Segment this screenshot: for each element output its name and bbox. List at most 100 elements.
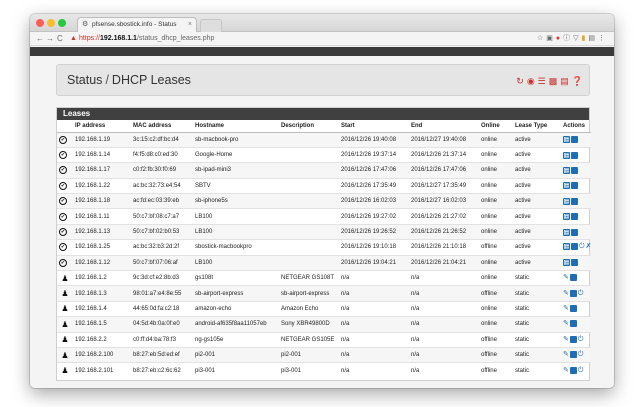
- wake-on-lan-icon[interactable]: ⏻: [579, 243, 585, 251]
- add-static-mapping-icon[interactable]: ⊞: [563, 197, 570, 206]
- lease-actions-cell: ✎ + ⏻: [561, 285, 591, 302]
- add-static-mapping-icon[interactable]: ⊞: [563, 243, 570, 251]
- add-wol-icon[interactable]: +: [571, 259, 578, 267]
- url-host: 192.168.1.1: [99, 35, 137, 42]
- menu-icon[interactable]: ⋮: [598, 35, 608, 42]
- user-icon: ♟: [61, 273, 69, 283]
- cell-type: static: [513, 270, 561, 286]
- browser-tab[interactable]: ⚙ pfsense.sbostick.info - Status ×: [77, 17, 197, 32]
- wake-on-lan-icon[interactable]: ⏻: [578, 290, 584, 298]
- add-wol-icon[interactable]: +: [571, 166, 578, 174]
- cell-mac: ac:bc:32:b3:2d:2f: [131, 239, 193, 256]
- back-button[interactable]: ←: [36, 33, 44, 45]
- edit-mapping-icon[interactable]: ✎: [563, 305, 569, 313]
- cell-start: n/a: [339, 285, 409, 302]
- reload-icon[interactable]: ↻: [516, 76, 524, 86]
- add-wol-icon[interactable]: +: [571, 182, 578, 190]
- edit-mapping-icon[interactable]: ✎: [563, 320, 569, 328]
- tab-close-icon[interactable]: ×: [188, 18, 192, 32]
- user-icon: ♟: [61, 366, 69, 376]
- minimize-window-button[interactable]: [47, 19, 55, 27]
- add-wol-icon[interactable]: +: [569, 320, 577, 328]
- add-wol-icon[interactable]: +: [571, 243, 578, 251]
- col-header-start[interactable]: Start: [339, 120, 409, 133]
- table-icon[interactable]: ▤: [560, 76, 569, 86]
- lease-actions-cell: ⊞ + ⏻✗: [561, 239, 591, 256]
- col-header-mac[interactable]: MAC address: [131, 120, 193, 133]
- delete-lease-icon[interactable]: ✗: [586, 243, 591, 251]
- url-scheme: https: [78, 35, 95, 42]
- add-wol-icon[interactable]: +: [569, 274, 577, 282]
- close-window-button[interactable]: [36, 19, 44, 27]
- forward-button[interactable]: →: [46, 33, 54, 45]
- cell-mac: 50:c7:bf:08:c7:a7: [131, 208, 193, 225]
- wake-on-lan-icon[interactable]: ⏻: [578, 336, 584, 344]
- col-header-end[interactable]: End: [409, 120, 479, 133]
- add-wol-icon[interactable]: +: [571, 197, 578, 205]
- layers-icon[interactable]: ▤: [588, 35, 598, 42]
- page-title: DHCP Leases: [111, 73, 191, 87]
- cell-end: n/a: [409, 300, 479, 317]
- cell-end: 2016/12/26 21:37:14: [409, 146, 479, 163]
- add-static-mapping-icon[interactable]: ⊞: [563, 182, 570, 190]
- stop-icon[interactable]: ◉: [527, 76, 535, 86]
- help-icon[interactable]: ❓: [572, 76, 583, 86]
- add-wol-icon[interactable]: +: [569, 335, 577, 343]
- add-wol-icon[interactable]: +: [569, 366, 577, 374]
- lease-state-cell: ✔: [57, 193, 73, 209]
- add-wol-icon[interactable]: +: [569, 289, 577, 297]
- edit-mapping-icon[interactable]: ✎: [563, 351, 569, 359]
- add-static-mapping-icon[interactable]: ⊞: [563, 228, 570, 237]
- add-wol-icon[interactable]: +: [569, 351, 577, 359]
- add-wol-icon[interactable]: +: [571, 228, 578, 236]
- cell-hostname: SBTV: [193, 177, 279, 194]
- add-wol-icon[interactable]: +: [571, 136, 578, 144]
- new-tab-button[interactable]: [200, 19, 222, 32]
- cell-description: NETGEAR GS108T: [279, 270, 339, 286]
- cell-type: active: [513, 162, 561, 179]
- breadcrumb-parent[interactable]: Status: [67, 73, 102, 87]
- shield-icon[interactable]: ▣: [546, 35, 556, 42]
- cell-start: 2016/12/26 19:10:18: [339, 239, 409, 256]
- table-row: ✔ 192.168.1.25 ac:bc:32:b3:2d:2f sbostick-m…: [57, 239, 591, 256]
- add-wol-icon[interactable]: +: [571, 213, 578, 221]
- edit-mapping-icon[interactable]: ✎: [563, 336, 569, 344]
- lease-actions-cell: ⊞ +: [561, 131, 591, 148]
- wake-on-lan-icon[interactable]: ⏻: [578, 367, 584, 375]
- chart-icon[interactable]: ▩: [549, 76, 558, 86]
- add-static-mapping-icon[interactable]: ⊞: [563, 151, 570, 160]
- edit-mapping-icon[interactable]: ✎: [563, 367, 569, 375]
- col-header-ip[interactable]: IP address: [73, 120, 131, 133]
- table-row: ✔ 192.168.1.13 50:c7:bf:02:b0:53 LB100 2016/…: [57, 223, 591, 240]
- col-header-online[interactable]: Online: [479, 120, 513, 133]
- col-header-hostname[interactable]: Hostname: [193, 120, 279, 133]
- star-icon[interactable]: ☆: [537, 35, 546, 42]
- col-header-description[interactable]: Description: [279, 120, 339, 133]
- cell-description: pi3-001: [279, 362, 339, 379]
- edit-mapping-icon[interactable]: ✎: [563, 274, 569, 282]
- cell-description: [279, 254, 339, 271]
- add-static-mapping-icon[interactable]: ⊞: [563, 166, 570, 175]
- lease-state-cell: ✔: [57, 131, 73, 148]
- sliders-icon[interactable]: ☰: [538, 76, 546, 86]
- reload-button[interactable]: C: [57, 33, 63, 45]
- wake-on-lan-icon[interactable]: ⏻: [578, 351, 584, 359]
- address-bar[interactable]: ▲ https://192.168.1.1/status_dhcp_leases.…: [70, 33, 214, 45]
- check-circle-icon: ✔: [59, 135, 67, 144]
- table-row: ♟ 192.168.1.5 04:5d:4b:0a:0f:e0 android-af6…: [57, 316, 591, 333]
- cell-online: online: [479, 162, 513, 179]
- add-static-mapping-icon[interactable]: ⊞: [563, 213, 570, 221]
- add-static-mapping-icon[interactable]: ⊞: [563, 259, 570, 267]
- pocket-icon[interactable]: ▽: [573, 35, 581, 42]
- col-header-lease-type[interactable]: Lease Type: [513, 120, 561, 133]
- add-wol-icon[interactable]: +: [571, 151, 578, 159]
- edit-mapping-icon[interactable]: ✎: [563, 290, 569, 298]
- maximize-window-button[interactable]: [58, 19, 66, 27]
- add-static-mapping-icon[interactable]: ⊞: [563, 136, 570, 144]
- lease-state-cell: ♟: [57, 362, 73, 379]
- info-icon[interactable]: ⓘ: [563, 35, 573, 42]
- lock-icon: ▲: [70, 35, 77, 42]
- add-wol-icon[interactable]: +: [569, 304, 577, 312]
- cell-end: 2016/12/26 21:26:52: [409, 223, 479, 240]
- check-circle-icon: ✔: [59, 212, 67, 221]
